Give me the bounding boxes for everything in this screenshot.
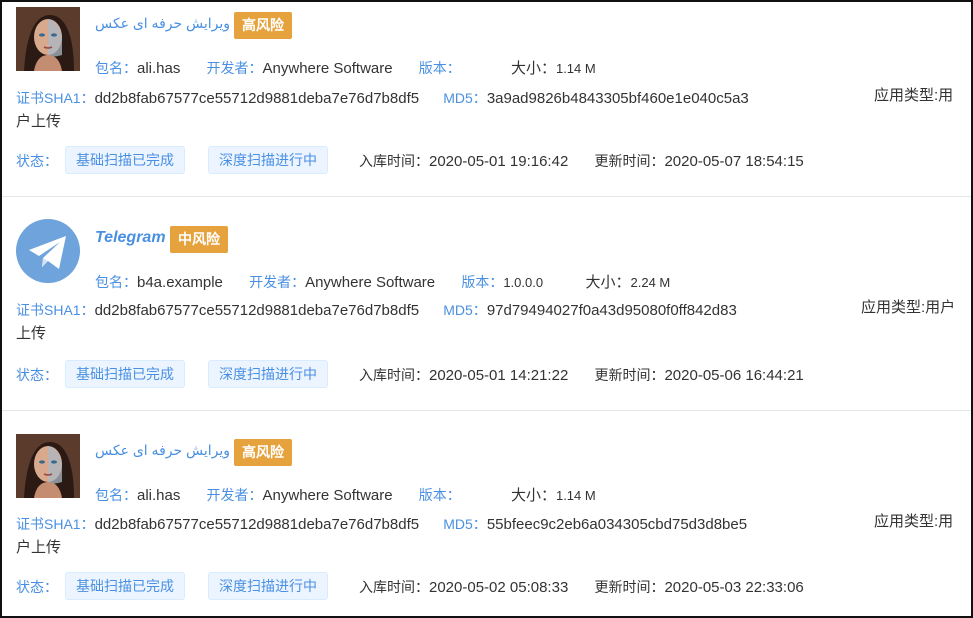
risk-badge: 高风险 (234, 12, 292, 39)
time-row: 入库时间：2020-05-01 14:21:22 更新时间：2020-05-06… (359, 365, 804, 385)
app-type-value-part2: 上传 (16, 325, 47, 342)
portrait-photo-icon (16, 434, 80, 498)
import-time-value: 2020-05-01 14:21:22 (429, 367, 569, 384)
status-label: 状态： (16, 153, 58, 169)
app-card[interactable]: ویرایش حرفه ای عکس 高风险 包名：ali.has 开发者：An… (2, 410, 971, 616)
version-label: 版本： (418, 60, 461, 76)
package-label: 包名： (95, 487, 137, 503)
import-time-label: 入库时间： (359, 367, 429, 383)
package-value: ali.has (137, 60, 181, 77)
developer-label: 开发者： (249, 274, 306, 290)
package-value: ali.has (137, 487, 181, 504)
app-name-link[interactable]: ویرایش حرفه ای عکس (95, 442, 230, 459)
md5-value: 3a9ad9826b4843305bf460e1e040c5a3 (486, 90, 749, 107)
hash-row: 证书SHA1：dd2b8fab67577ce55712d9881deba7e76… (16, 514, 747, 534)
update-time-value: 2020-05-06 16:44:21 (664, 367, 804, 384)
app-type-label: 应用类型:用 (874, 87, 954, 104)
status-label: 状态： (16, 367, 58, 383)
app-card[interactable]: ویرایش حرفه ای عکس 高风险 包名：ali.has 开发者：An… (2, 2, 971, 214)
version-label: 版本： (418, 487, 461, 503)
risk-badge: 高风险 (234, 439, 292, 466)
app-name-link[interactable]: Telegram (95, 229, 166, 247)
sha1-label: 证书SHA1： (16, 302, 95, 318)
package-label: 包名： (95, 274, 137, 290)
status-label: 状态： (16, 579, 58, 595)
update-time-label: 更新时间： (594, 153, 665, 169)
import-time-value: 2020-05-02 05:08:33 (429, 579, 569, 596)
status-row: 状态： (16, 151, 58, 171)
app-name-link[interactable]: ویرایش حرفه ای عکس (95, 15, 230, 32)
sha1-label: 证书SHA1： (16, 516, 95, 532)
md5-label: MD5： (443, 90, 487, 106)
developer-label: 开发者： (206, 60, 263, 76)
basic-scan-tag: 基础扫描已完成 (65, 360, 185, 388)
telegram-icon (16, 219, 80, 283)
size-label: 大小： (510, 487, 556, 504)
developer-value: Anywhere Software (262, 60, 393, 77)
risk-badge: 中风险 (170, 226, 228, 253)
developer-value: Anywhere Software (262, 487, 393, 504)
import-time-value: 2020-05-01 19:16:42 (429, 153, 569, 170)
app-list: ویرایش حرفه ای عکس 高风险 包名：ali.has 开发者：An… (0, 0, 973, 618)
app-type-value-part2: 户上传 (16, 113, 62, 130)
app-type-label: 应用类型:用 (874, 513, 954, 530)
status-row: 状态： (16, 365, 58, 385)
portrait-photo-icon (16, 7, 80, 71)
md5-label: MD5： (443, 302, 487, 318)
size-value: 2.24 M (630, 275, 671, 290)
update-time-label: 更新时间： (594, 367, 665, 383)
update-time-value: 2020-05-07 18:54:15 (664, 153, 804, 170)
size-value: 1.14 M (555, 61, 596, 76)
sha1-label: 证书SHA1： (16, 90, 95, 106)
deep-scan-tag: 深度扫描进行中 (208, 572, 328, 600)
basic-scan-tag: 基础扫描已完成 (65, 146, 185, 174)
import-time-label: 入库时间： (359, 153, 429, 169)
app-type-value-part2: 户上传 (16, 539, 62, 556)
size-label: 大小： (585, 274, 631, 291)
md5-value: 97d79494027f0a43d95080f0ff842d83 (486, 302, 737, 319)
meta-row: 包名：ali.has 开发者：Anywhere Software 版本： 大小：… (95, 57, 596, 78)
deep-scan-tag: 深度扫描进行中 (208, 360, 328, 388)
sha1-value: dd2b8fab67577ce55712d9881deba7e76d7b8df5 (94, 302, 420, 319)
sha1-value: dd2b8fab67577ce55712d9881deba7e76d7b8df5 (94, 90, 420, 107)
developer-label: 开发者： (206, 487, 263, 503)
update-time-label: 更新时间： (594, 579, 665, 595)
status-row: 状态： (16, 577, 58, 597)
time-row: 入库时间：2020-05-02 05:08:33 更新时间：2020-05-03… (359, 577, 804, 597)
meta-row: 包名：b4a.example 开发者：Anywhere Software 版本：… (95, 271, 670, 292)
app-type-value-part1: 用 (938, 87, 954, 104)
basic-scan-tag: 基础扫描已完成 (65, 572, 185, 600)
sha1-value: dd2b8fab67577ce55712d9881deba7e76d7b8df5 (94, 516, 420, 533)
version-label: 版本： (461, 274, 504, 290)
update-time-value: 2020-05-03 22:33:06 (664, 579, 804, 596)
hash-row: 证书SHA1：dd2b8fab67577ce55712d9881deba7e76… (16, 88, 749, 108)
md5-value: 55bfeec9c2eb6a034305cbd75d3d8be5 (486, 516, 748, 533)
size-label: 大小： (510, 60, 556, 77)
meta-row: 包名：ali.has 开发者：Anywhere Software 版本： 大小：… (95, 484, 596, 505)
app-type-label: 应用类型:用户 (861, 299, 956, 316)
hash-row: 证书SHA1：dd2b8fab67577ce55712d9881deba7e76… (16, 300, 737, 320)
app-card[interactable]: Telegram 中风险 包名：b4a.example 开发者：Anywhere… (2, 196, 971, 409)
deep-scan-tag: 深度扫描进行中 (208, 146, 328, 174)
time-row: 入库时间：2020-05-01 19:16:42 更新时间：2020-05-07… (359, 151, 804, 171)
package-value: b4a.example (137, 274, 223, 291)
package-label: 包名： (95, 60, 137, 76)
developer-value: Anywhere Software (305, 274, 436, 291)
import-time-label: 入库时间： (359, 579, 429, 595)
app-type-value-part1: 用户 (925, 299, 956, 316)
size-value: 1.14 M (555, 488, 596, 503)
version-value: 1.0.0.0 (503, 275, 544, 290)
app-type-value-part1: 用 (938, 513, 954, 530)
md5-label: MD5： (443, 516, 487, 532)
